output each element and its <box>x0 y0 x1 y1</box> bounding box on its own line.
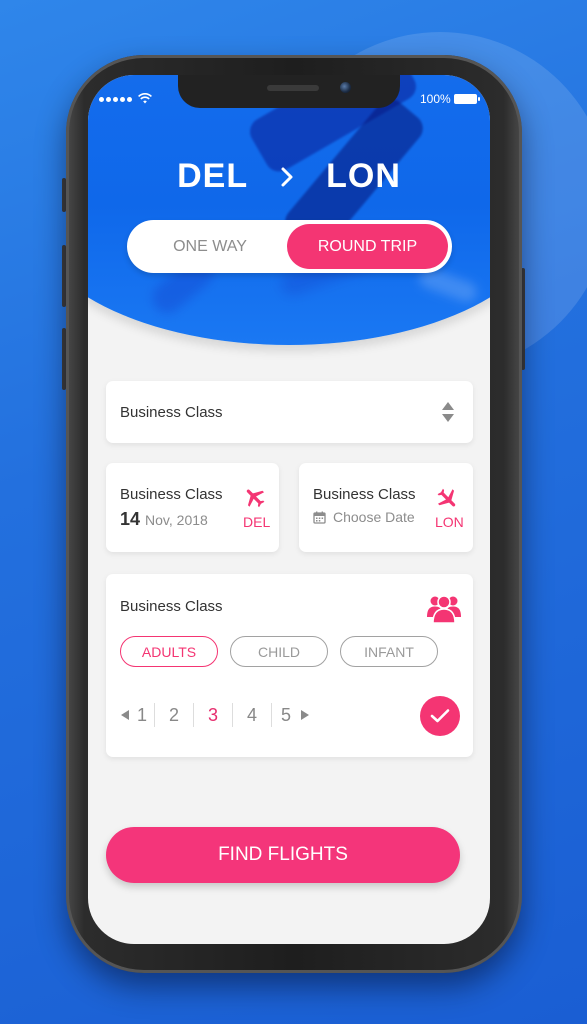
caret-left-icon[interactable] <box>120 709 130 721</box>
airplane-icon <box>437 488 456 507</box>
battery-icon <box>454 94 480 104</box>
wifi-icon <box>138 93 152 104</box>
departure-city-code: DEL <box>243 514 271 530</box>
chip-adults[interactable]: ADULTS <box>120 636 218 667</box>
checkmark-icon <box>430 709 450 723</box>
passengers-label: Business Class <box>120 598 223 615</box>
origin-code: DEL <box>177 157 249 195</box>
speaker <box>267 85 319 91</box>
departure-card[interactable]: Business Class 14 Nov, 2018 DEL <box>106 463 279 552</box>
notch <box>178 75 400 108</box>
sort-updown-icon <box>442 402 454 422</box>
count-option[interactable]: 1 <box>130 705 154 726</box>
trip-type-toggle: ONE WAY ROUND TRIP <box>127 220 452 273</box>
departure-day: 14 <box>120 509 141 529</box>
calendar-icon <box>313 511 326 524</box>
caret-right-icon[interactable] <box>300 709 310 721</box>
destination-code: LON <box>326 157 401 195</box>
passenger-count-pager: 1 2 3 4 5 <box>120 702 310 728</box>
battery-percentage: 100% <box>420 92 451 106</box>
passenger-type-chips: ADULTS CHILD INFANT <box>120 636 438 667</box>
one-way-option[interactable]: ONE WAY <box>131 224 289 269</box>
group-icon <box>427 595 461 623</box>
choose-date-placeholder: Choose Date <box>333 509 415 525</box>
chip-infant[interactable]: INFANT <box>340 636 438 667</box>
count-option-selected[interactable]: 3 <box>194 705 232 726</box>
route-title: DEL LON <box>88 157 490 196</box>
class-select[interactable]: Business Class <box>106 381 473 443</box>
return-card[interactable]: Business Class Choose Date LON <box>299 463 473 552</box>
find-flights-button[interactable]: FIND FLIGHTS <box>106 827 460 883</box>
passengers-card: Business Class ADULTS CHILD INFANT 1 2 3… <box>106 574 473 757</box>
airplane-takeoff-icon <box>246 489 265 508</box>
return-city-code: LON <box>435 514 464 530</box>
chevron-right-icon <box>281 167 293 186</box>
header-banner <box>88 75 490 345</box>
return-date: Choose Date <box>313 509 415 525</box>
confirm-button[interactable] <box>420 696 460 736</box>
departure-month-year: Nov, 2018 <box>145 512 208 528</box>
phone-screen: 100% DEL LON ONE WAY ROUND TRIP Business… <box>88 75 490 944</box>
round-trip-option[interactable]: ROUND TRIP <box>287 224 448 269</box>
departure-date: 14 Nov, 2018 <box>120 509 208 530</box>
signal-icon <box>99 97 132 102</box>
count-option[interactable]: 2 <box>155 705 193 726</box>
class-select-value: Business Class <box>120 404 223 421</box>
front-camera <box>340 82 351 93</box>
chip-child[interactable]: CHILD <box>230 636 328 667</box>
count-option[interactable]: 5 <box>272 705 300 726</box>
count-option[interactable]: 4 <box>233 705 271 726</box>
departure-label: Business Class <box>120 486 223 503</box>
return-label: Business Class <box>313 486 416 503</box>
